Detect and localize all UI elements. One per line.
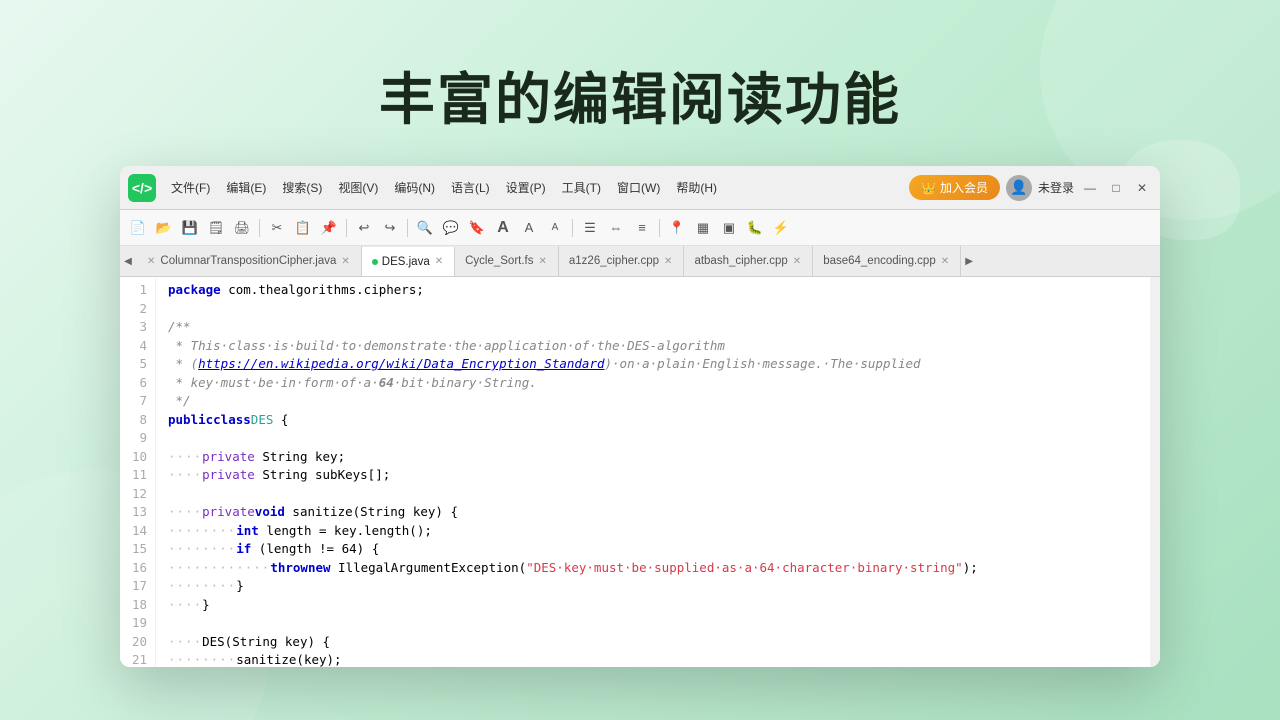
- toolbar-wrap[interactable]: ⇔: [604, 216, 628, 240]
- avatar: 👤: [1006, 175, 1032, 201]
- tab-columnar[interactable]: ✕ ColumnarTranspositionCipher.java ✕: [136, 246, 362, 276]
- toolbar-font-big[interactable]: A: [491, 216, 515, 240]
- tab-des[interactable]: DES.java ✕: [362, 247, 455, 277]
- menu-edit[interactable]: 编辑(E): [219, 176, 273, 199]
- toolbar-table[interactable]: ▦: [691, 216, 715, 240]
- editor-window: </> 文件(F) 编辑(E) 搜索(S) 视图(V) 编码(N) 语言(L) …: [120, 166, 1160, 667]
- menu-file[interactable]: 文件(F): [164, 176, 217, 199]
- menu-language[interactable]: 语言(L): [444, 176, 497, 199]
- code-line-7: */: [168, 392, 1150, 411]
- toolbar-undo[interactable]: ↩: [352, 216, 376, 240]
- code-line-12: [168, 485, 1150, 504]
- code-line-17: ········}: [168, 577, 1150, 596]
- tab-x-cycle[interactable]: ✕: [538, 256, 548, 267]
- code-line-14: ········int length = key.length();: [168, 522, 1150, 541]
- join-member-button[interactable]: 👑 加入会员: [909, 175, 1000, 200]
- crown-icon: 👑: [921, 181, 936, 195]
- user-area: 👤 未登录: [1006, 175, 1074, 201]
- menu-bar: 文件(F) 编辑(E) 搜索(S) 视图(V) 编码(N) 语言(L) 设置(P…: [164, 176, 905, 199]
- title-bar: </> 文件(F) 编辑(E) 搜索(S) 视图(V) 编码(N) 语言(L) …: [120, 166, 1160, 210]
- menu-search[interactable]: 搜索(S): [275, 176, 329, 199]
- toolbar-font-small[interactable]: A: [543, 216, 567, 240]
- maximize-button[interactable]: □: [1106, 178, 1126, 198]
- code-line-20: ····DES(String key) {: [168, 633, 1150, 652]
- tab-x-a1z26[interactable]: ✕: [663, 256, 673, 267]
- page-title: 丰富的编辑阅读功能: [0, 0, 1280, 166]
- code-line-9: [168, 429, 1150, 448]
- code-area: 1234567891011121314151617181920212223 pa…: [120, 277, 1160, 667]
- toolbar-pin[interactable]: 📍: [665, 216, 689, 240]
- toolbar-list[interactable]: ☰: [578, 216, 602, 240]
- toolbar-lightning[interactable]: ⚡: [769, 216, 793, 240]
- menu-window[interactable]: 窗口(W): [610, 176, 667, 199]
- menu-help[interactable]: 帮助(H): [669, 176, 724, 199]
- tab-prev-button[interactable]: ◀: [120, 246, 136, 276]
- toolbar-separator-4: [572, 219, 573, 237]
- code-line-15: ········if (length != 64) {: [168, 540, 1150, 559]
- tab-bar: ◀ ✕ ColumnarTranspositionCipher.java ✕ D…: [120, 246, 1160, 277]
- menu-tools[interactable]: 工具(T): [555, 176, 608, 199]
- tab-x-atbash[interactable]: ✕: [792, 256, 802, 267]
- toolbar-new[interactable]: 📄: [126, 216, 150, 240]
- code-line-18: ····}: [168, 596, 1150, 615]
- code-line-5: * (https://en.wikipedia.org/wiki/Data_En…: [168, 355, 1150, 374]
- toolbar-align[interactable]: ≡: [630, 216, 654, 240]
- tab-x-base64[interactable]: ✕: [940, 256, 950, 267]
- tab-base64[interactable]: base64_encoding.cpp ✕: [813, 246, 961, 276]
- toolbar-comment[interactable]: 💬: [439, 216, 463, 240]
- line-numbers: 1234567891011121314151617181920212223: [120, 277, 156, 667]
- toolbar-cut[interactable]: ✂: [265, 216, 289, 240]
- tab-next-button[interactable]: ▶: [961, 246, 977, 276]
- toolbar-debug[interactable]: 🐛: [743, 216, 767, 240]
- toolbar-separator-2: [346, 219, 347, 237]
- toolbar-paste[interactable]: 📌: [317, 216, 341, 240]
- code-line-4: * This·class·is·build·to·demonstrate·the…: [168, 337, 1150, 356]
- menu-encode[interactable]: 编码(N): [387, 176, 442, 199]
- toolbar-save[interactable]: 💾: [178, 216, 202, 240]
- close-button[interactable]: ✕: [1132, 178, 1152, 198]
- code-line-6: * key·must·be·in·form·of·a·64·bit·binary…: [168, 374, 1150, 393]
- menu-settings[interactable]: 设置(P): [499, 176, 553, 199]
- toolbar-bookmark[interactable]: 🔖: [465, 216, 489, 240]
- code-line-13: ····private void sanitize(String key) {: [168, 503, 1150, 522]
- toolbar-print[interactable]: 🖨: [230, 216, 254, 240]
- app-icon: </>: [128, 174, 156, 202]
- tab-a1z26[interactable]: a1z26_cipher.cpp ✕: [559, 246, 685, 276]
- tab-dot-des: [372, 259, 378, 265]
- tab-close-columnar[interactable]: ✕: [146, 256, 156, 267]
- toolbar-print-preview[interactable]: 🗒: [204, 216, 228, 240]
- toolbar-separator-1: [259, 219, 260, 237]
- toolbar-separator-3: [407, 219, 408, 237]
- toolbar-redo[interactable]: ↪: [378, 216, 402, 240]
- code-line-8: public class DES {: [168, 411, 1150, 430]
- tab-cycle-sort[interactable]: Cycle_Sort.fs ✕: [455, 246, 559, 276]
- toolbar-copy[interactable]: 📋: [291, 216, 315, 240]
- code-line-2: [168, 300, 1150, 319]
- menu-view[interactable]: 视图(V): [331, 176, 385, 199]
- code-line-3: /**: [168, 318, 1150, 337]
- code-line-11: ····private String subKeys[];: [168, 466, 1150, 485]
- tab-atbash[interactable]: atbash_cipher.cpp ✕: [684, 246, 813, 276]
- code-line-10: ····private String key;: [168, 448, 1150, 467]
- minimize-button[interactable]: —: [1080, 178, 1100, 198]
- toolbar: 📄 📂 💾 🗒 🖨 ✂ 📋 📌 ↩ ↪ 🔍 💬 🔖 A A A ☰ ⇔ ≡ 📍 …: [120, 210, 1160, 246]
- scrollbar[interactable]: [1150, 277, 1160, 667]
- tab-x-columnar[interactable]: ✕: [340, 256, 350, 267]
- tab-x-des[interactable]: ✕: [434, 256, 444, 267]
- toolbar-open[interactable]: 📂: [152, 216, 176, 240]
- code-line-21: ········sanitize(key);: [168, 651, 1150, 667]
- code-content[interactable]: package com.thealgorithms.ciphers; /** *…: [156, 277, 1150, 667]
- code-line-16: ············throw new IllegalArgumentExc…: [168, 559, 1150, 578]
- toolbar-font-med[interactable]: A: [517, 216, 541, 240]
- toolbar-find[interactable]: 🔍: [413, 216, 437, 240]
- toolbar-separator-5: [659, 219, 660, 237]
- code-line-1: package com.thealgorithms.ciphers;: [168, 281, 1150, 300]
- title-bar-right: 👑 加入会员 👤 未登录 — □ ✕: [909, 175, 1152, 201]
- toolbar-image[interactable]: ▣: [717, 216, 741, 240]
- code-line-19: [168, 614, 1150, 633]
